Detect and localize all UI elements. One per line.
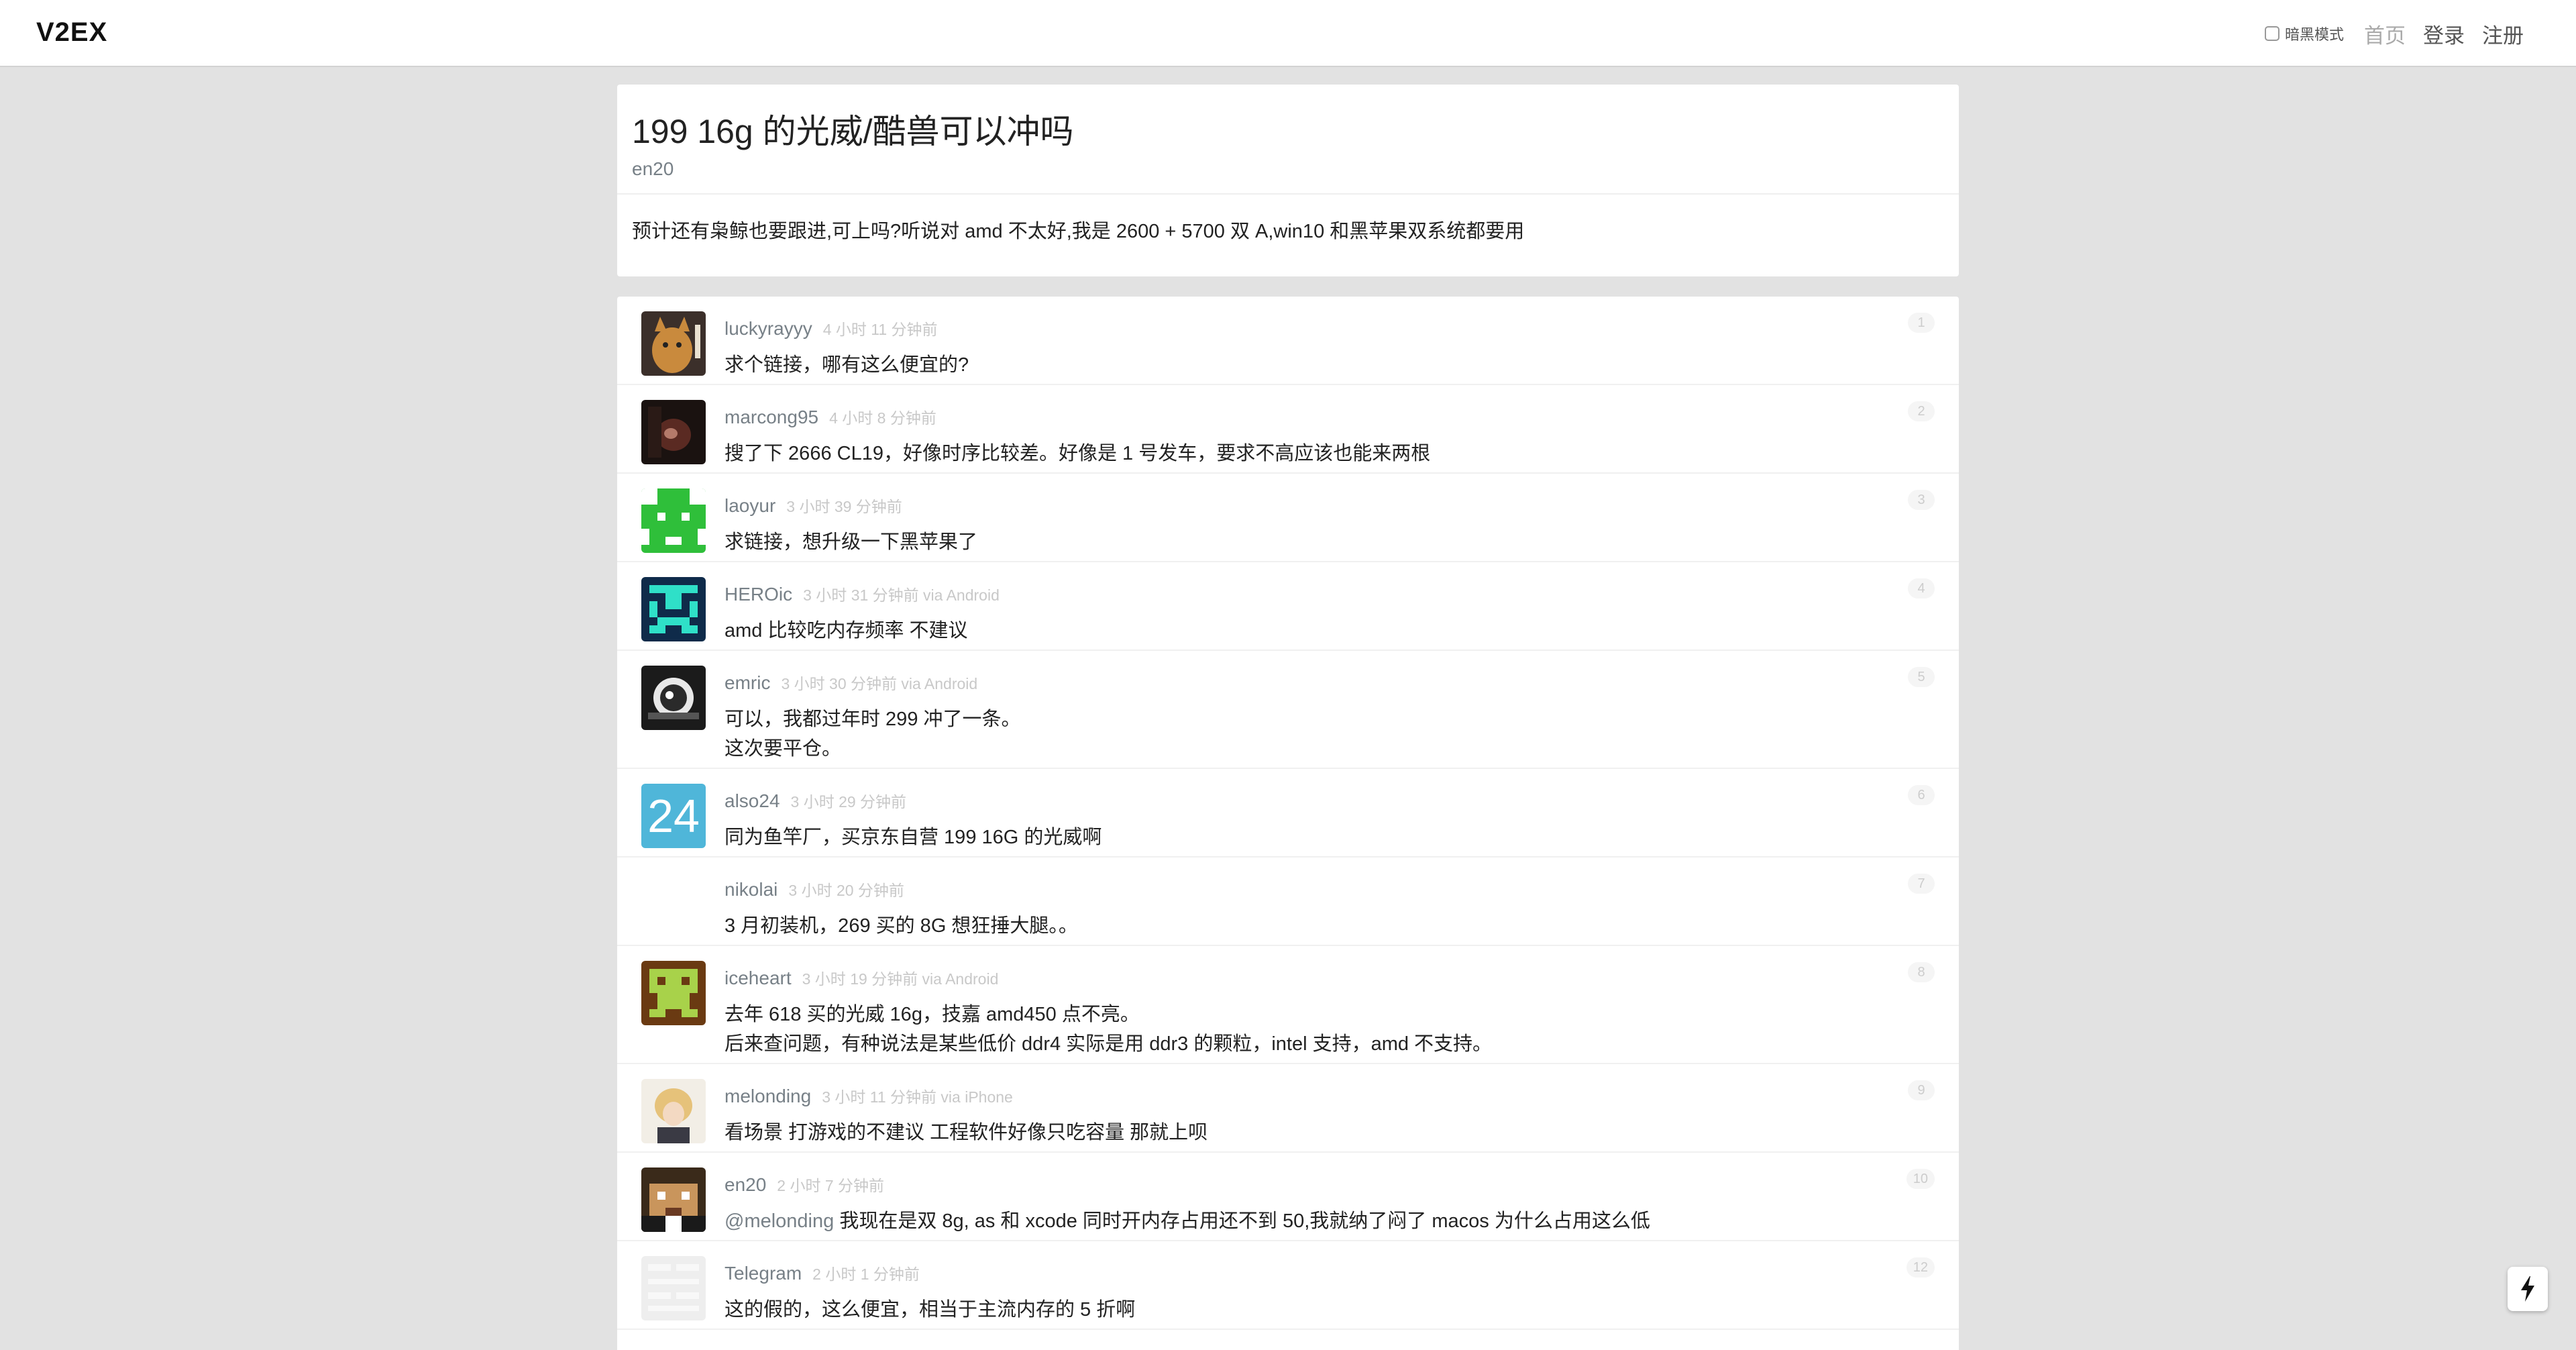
reply-item: Telegram 2 小时 1 分钟前 这的假的，这么便宜，相当于主流内存的 5… — [617, 1241, 1959, 1330]
reply-time: 3 小时 20 分钟前 — [788, 882, 904, 899]
reply-text-line: 这的假的，这么便宜，相当于主流内存的 5 折啊 — [724, 1299, 1136, 1320]
floor-number-badge: 1 — [1908, 313, 1935, 333]
avatar[interactable] — [641, 311, 706, 376]
nav-home-link[interactable]: 首页 — [2364, 19, 2406, 49]
avatar[interactable] — [641, 872, 706, 937]
reply-text-line: @melonding 我现在是双 8g, as 和 xcode 同时开内存占用还… — [724, 1206, 1650, 1236]
avatar[interactable] — [641, 400, 706, 464]
dark-mode-label: 暗黑模式 — [2284, 26, 2344, 43]
reply-time: 3 小时 39 分钟前 — [786, 498, 902, 515]
avatar-text: 24 — [647, 790, 700, 842]
reply-item: laoyur 3 小时 39 分钟前 求链接，想升级一下黑苹果了 3 — [617, 474, 1959, 562]
reply-text-line: 去年 618 买的光威 16g，技嘉 amd450 点不亮。 — [724, 1004, 1140, 1025]
reply-content: 求个链接，哪有这么便宜的? — [724, 350, 969, 380]
reply-item: nikolai 3 小时 20 分钟前 3 月初装机，269 买的 8G 想狂捶… — [617, 858, 1959, 946]
reply-text-line: 可以，我都过年时 299 冲了一条。 — [724, 709, 1021, 730]
reply-content: 同为鱼竿厂，买京东自营 199 16G 的光威啊 — [724, 823, 1102, 852]
reply-username-link[interactable]: en20 — [724, 1174, 766, 1196]
reply-username-link[interactable]: Telegram — [724, 1263, 802, 1284]
floor-number-badge: 12 — [1906, 1257, 1935, 1278]
replies-list: luckyrayyy 4 小时 11 分钟前 求个链接，哪有这么便宜的? 1 m… — [617, 297, 1959, 1350]
reply-time: 4 小时 8 分钟前 — [829, 409, 936, 427]
reply-content: 搜了下 2666 CL19，好像时序比较差。好像是 1 号发车，要求不高应该也能… — [724, 439, 1430, 468]
reply-item: en20 2 小时 7 分钟前 @melonding 我现在是双 8g, as … — [617, 1153, 1959, 1241]
reply-time: 3 小时 19 分钟前 via Android — [802, 970, 999, 988]
dark-mode-toggle[interactable]: 暗黑模式 — [2264, 23, 2344, 44]
avatar[interactable] — [641, 666, 706, 730]
topic-card: 199 16g 的光威/酷兽可以冲吗 en20 预计还有枭鲸也要跟进,可上吗?听… — [617, 85, 1959, 276]
floor-number-badge: 5 — [1908, 667, 1935, 687]
reply-text-line: 后来查问题，有种说法是某些低价 ddr4 实际是用 ddr3 的颗粒，intel… — [724, 1033, 1493, 1055]
reply-username-link[interactable]: emric — [724, 672, 770, 694]
reply-username-link[interactable]: luckyrayyy — [724, 318, 812, 340]
dark-mode-checkbox[interactable] — [2264, 26, 2279, 41]
floor-number-badge: 9 — [1908, 1080, 1935, 1100]
reply-content: 可以，我都过年时 299 冲了一条。 这次要平仓。 — [724, 705, 1021, 764]
reply-username-link[interactable]: nikolai — [724, 879, 777, 900]
reply-text-line: 搜了下 2666 CL19，好像时序比较差。好像是 1 号发车，要求不高应该也能… — [724, 443, 1431, 464]
floor-number-badge: 7 — [1908, 874, 1935, 894]
avatar[interactable] — [641, 961, 706, 1025]
avatar[interactable] — [641, 577, 706, 641]
topic-author-link[interactable]: en20 — [632, 158, 674, 180]
floor-number-badge: 10 — [1906, 1169, 1935, 1189]
reply-text-line: 求个链接，哪有这么便宜的? — [724, 354, 969, 376]
floor-number-badge: 3 — [1908, 490, 1935, 510]
reply-text-line: 求链接，想升级一下黑苹果了 — [724, 531, 978, 553]
lightning-icon — [2521, 1276, 2534, 1302]
reply-username-link[interactable]: HEROic — [724, 584, 792, 605]
reply-time: 3 小时 29 分钟前 — [790, 793, 907, 811]
reply-time: 4 小时 11 分钟前 — [822, 321, 938, 338]
reply-time: 2 小时 1 分钟前 — [812, 1265, 920, 1283]
reply-text-line: 看场景 打游戏的不建议 工程软件好像只吃容量 那就上呗 — [724, 1122, 1208, 1143]
floor-number-badge: 8 — [1908, 962, 1935, 982]
reply-item: iceheart 3 小时 19 分钟前 via Android 去年 618 … — [617, 946, 1959, 1064]
top-bar: V2EX 暗黑模式 首页 登录 注册 — [0, 0, 2576, 67]
topic-content: 预计还有枭鲸也要跟进,可上吗?听说对 amd 不太好,我是 2600 + 570… — [632, 221, 1525, 242]
reply-item: 24 also24 3 小时 29 分钟前 同为鱼竿厂，买京东自营 199 16… — [617, 769, 1959, 858]
reply-text: 我现在是双 8g, as 和 xcode 同时开内存占用还不到 50,我就纳了闷… — [834, 1210, 1650, 1232]
reply-text-line: amd 比较吃内存频率 不建议 — [724, 620, 968, 641]
reply-item: HEROic 3 小时 31 分钟前 via Android amd 比较吃内存… — [617, 562, 1959, 651]
reply-content: 这的假的，这么便宜，相当于主流内存的 5 折啊 — [724, 1295, 1135, 1325]
reply-username-link[interactable]: also24 — [724, 790, 780, 812]
reply-username-link[interactable]: marcong95 — [724, 407, 818, 428]
avatar[interactable] — [641, 1079, 706, 1143]
floor-number-badge: 6 — [1908, 785, 1935, 805]
quick-action-button[interactable] — [2508, 1267, 2548, 1311]
avatar[interactable] — [641, 1167, 706, 1232]
mention-link[interactable]: @melonding — [724, 1210, 834, 1232]
avatar[interactable] — [641, 488, 706, 553]
divider — [617, 193, 1959, 195]
reply-content: amd 比较吃内存频率 不建议 — [724, 616, 968, 645]
reply-text-line: 同为鱼竿厂，买京东自营 199 16G 的光威啊 — [724, 827, 1102, 848]
reply-item: luckyrayyy 4 小时 11 分钟前 求个链接，哪有这么便宜的? 1 — [617, 297, 1959, 385]
topic-title: 199 16g 的光威/酷兽可以冲吗 — [632, 113, 1074, 150]
reply-content: 3 月初装机，269 买的 8G 想狂捶大腿。。 — [724, 911, 1078, 941]
reply-username-link[interactable]: melonding — [724, 1086, 811, 1107]
reply-time: 3 小时 31 分钟前 via Android — [803, 586, 1000, 604]
reply-username-link[interactable]: laoyur — [724, 495, 775, 517]
nav-login-link[interactable]: 登录 — [2423, 19, 2465, 49]
reply-item: melonding 3 小时 11 分钟前 via iPhone 看场景 打游戏… — [617, 1064, 1959, 1153]
reply-text-line: 这次要平仓。 — [724, 738, 842, 760]
avatar[interactable]: 24 — [641, 784, 706, 848]
reply-content: @melonding 我现在是双 8g, as 和 xcode 同时开内存占用还… — [724, 1206, 1650, 1236]
site-logo[interactable]: V2EX — [36, 17, 107, 48]
reply-content: 去年 618 买的光威 16g，技嘉 amd450 点不亮。 后来查问题，有种说… — [724, 1000, 1492, 1059]
floor-number-badge: 2 — [1908, 401, 1935, 421]
top-nav: 暗黑模式 首页 登录 注册 — [2264, 19, 2524, 49]
reply-username-link[interactable]: iceheart — [724, 968, 792, 989]
reply-time: 2 小时 7 分钟前 — [777, 1177, 885, 1194]
reply-item: marcong95 4 小时 8 分钟前 搜了下 2666 CL19，好像时序比… — [617, 385, 1959, 474]
nav-signup-link[interactable]: 注册 — [2482, 19, 2524, 49]
floor-number-badge: 4 — [1908, 578, 1935, 599]
reply-time: 3 小时 30 分钟前 via Android — [781, 675, 978, 692]
reply-item: emric 3 小时 30 分钟前 via Android 可以，我都过年时 2… — [617, 651, 1959, 769]
reply-content: 求链接，想升级一下黑苹果了 — [724, 527, 977, 557]
avatar[interactable] — [641, 1256, 706, 1320]
reply-content: 看场景 打游戏的不建议 工程软件好像只吃容量 那就上呗 — [724, 1118, 1208, 1147]
reply-time: 3 小时 11 分钟前 via iPhone — [822, 1088, 1013, 1106]
reply-text-line: 3 月初装机，269 买的 8G 想狂捶大腿。。 — [724, 915, 1078, 937]
